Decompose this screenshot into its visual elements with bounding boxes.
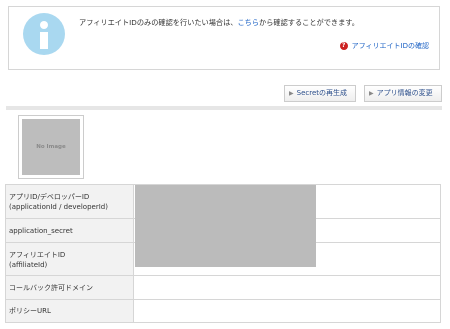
masked-credentials-block bbox=[135, 185, 316, 267]
app-image-frame: No Image bbox=[18, 115, 84, 179]
row-label-application-secret: application_secret bbox=[5, 218, 134, 243]
row-label-line2: (affiliateId) bbox=[9, 260, 48, 269]
regenerate-secret-button[interactable]: ▶ Secretの再生成 bbox=[284, 85, 356, 102]
notice-text-after: から確認することができます。 bbox=[259, 18, 359, 27]
row-label-callback-domain: コールバック許可ドメイン bbox=[5, 275, 134, 300]
question-icon: ? bbox=[339, 42, 348, 50]
no-image-label: No Image bbox=[36, 144, 66, 150]
info-icon bbox=[23, 13, 65, 55]
notice-text: アフィリエイトIDのみの確認を行いたい場合は、こちらから確認することができます。 bbox=[79, 18, 359, 28]
row-label-line1: アプリID/デベロッパーID bbox=[9, 193, 90, 201]
row-value-policy-url bbox=[133, 299, 441, 323]
change-app-info-label: アプリ情報の変更 bbox=[376, 89, 433, 97]
affiliate-here-link[interactable]: こちら bbox=[237, 18, 259, 27]
affiliate-id-check-label: アフィリエイトIDの確認 bbox=[351, 42, 429, 50]
info-icon-stem bbox=[40, 32, 48, 49]
row-value-callback-domain bbox=[133, 275, 441, 300]
table-row: ポリシーURL bbox=[5, 299, 441, 323]
arrow-right-icon: ▶ bbox=[369, 90, 374, 97]
regenerate-secret-label: Secretの再生成 bbox=[296, 89, 347, 97]
change-app-info-button[interactable]: ▶ アプリ情報の変更 bbox=[364, 85, 442, 102]
notice-box: アフィリエイトIDのみの確認を行いたい場合は、こちらから確認することができます。… bbox=[8, 6, 440, 70]
no-image-placeholder: No Image bbox=[22, 119, 80, 175]
section-divider bbox=[6, 106, 442, 110]
row-label-application-id: アプリID/デベロッパーID (applicationId / develope… bbox=[5, 184, 134, 219]
affiliate-id-check-link[interactable]: ? アフィリエイトIDの確認 bbox=[339, 41, 429, 51]
row-label-policy-url: ポリシーURL bbox=[5, 299, 134, 323]
info-icon-dot bbox=[40, 21, 48, 29]
row-label-line1: アフィリエイトID bbox=[9, 250, 66, 259]
table-row: コールバック許可ドメイン bbox=[5, 275, 441, 300]
row-label-line2: (applicationId / developerId) bbox=[9, 203, 108, 211]
row-label-affiliate-id: アフィリエイトID (affiliateId) bbox=[5, 242, 134, 276]
notice-text-before: アフィリエイトIDのみの確認を行いたい場合は、 bbox=[79, 18, 238, 27]
arrow-right-icon: ▶ bbox=[289, 90, 294, 97]
